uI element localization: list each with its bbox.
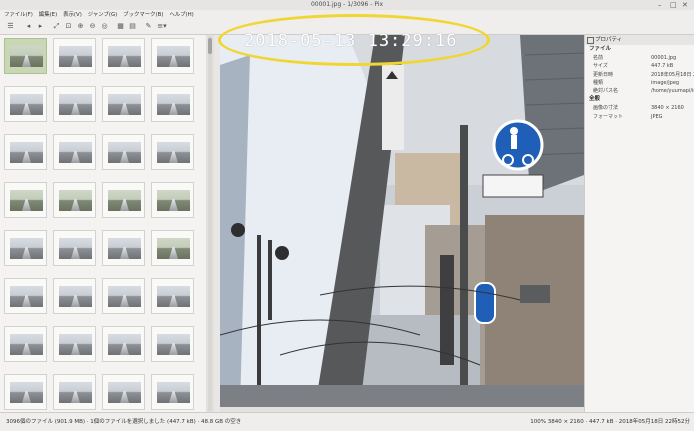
thumbnail[interactable]: [102, 86, 145, 122]
image-viewer[interactable]: [220, 35, 584, 407]
grid-view-icon[interactable]: ▦: [116, 22, 125, 31]
thumbnail[interactable]: [53, 86, 96, 122]
maximize-button[interactable]: □: [670, 1, 677, 9]
property-value: image/jpeg: [651, 79, 680, 86]
thumbnail[interactable]: [4, 38, 47, 74]
menu-bookmarks[interactable]: ブックマーク(B): [123, 10, 163, 20]
thumbnail[interactable]: [102, 374, 145, 410]
street-photo: [220, 35, 584, 407]
window-title: 00001.jpg - 1/3096 - Pix: [310, 1, 384, 8]
thumbnail[interactable]: [4, 182, 47, 218]
thumbnail[interactable]: [4, 374, 47, 410]
zoom-fit-icon[interactable]: ⊡: [64, 22, 73, 31]
property-row: 名前 00001.jpg: [585, 54, 694, 62]
zoom-in-icon[interactable]: ⊕: [76, 22, 85, 31]
menu-edit[interactable]: 編集(E): [39, 10, 57, 20]
menu-icon[interactable]: ☰: [6, 22, 15, 31]
thumbnail[interactable]: [53, 278, 96, 314]
property-value: 2018年05月18日 22時: [651, 71, 694, 78]
zoom-out-icon[interactable]: ⊖: [88, 22, 97, 31]
property-key: 更新日時: [593, 71, 614, 78]
thumbnail[interactable]: [102, 326, 145, 362]
property-row: 絶対パス名/home/yuumapi/img: [585, 87, 694, 95]
list-view-icon[interactable]: ▤: [128, 22, 137, 31]
property-key: 画像の寸法: [593, 105, 619, 112]
title-bar: 00001.jpg - 1/3096 - Pix – □ ✕: [0, 0, 694, 10]
minimize-button[interactable]: –: [658, 1, 662, 9]
thumbnail[interactable]: [4, 86, 47, 122]
thumbnail[interactable]: [151, 134, 194, 170]
property-value: JPEG: [651, 113, 663, 120]
thumbnail[interactable]: [102, 134, 145, 170]
thumbnail[interactable]: [151, 326, 194, 362]
property-key: フォーマット: [593, 113, 624, 120]
properties-panel: プロパティ ファイル 名前 00001.jpg サイズ 447.7 kB 更新日時 2…: [584, 35, 694, 412]
properties-icon: [587, 37, 594, 44]
edit-icon[interactable]: ✎: [144, 22, 153, 31]
menu-file[interactable]: ファイル(F): [4, 10, 33, 20]
close-button[interactable]: ✕: [682, 1, 688, 9]
thumbnail-scrollbar[interactable]: [208, 36, 212, 411]
file-section-title: ファイル: [589, 46, 612, 52]
thumbnail[interactable]: [4, 230, 47, 266]
property-row: フォーマット JPEG: [585, 113, 694, 121]
thumbnail-scrollbar-thumb[interactable]: [208, 38, 212, 54]
thumbnail[interactable]: [53, 374, 96, 410]
thumbnail[interactable]: [151, 278, 194, 314]
property-row: 種類 image/jpeg: [585, 79, 694, 87]
thumbnail[interactable]: [151, 230, 194, 266]
properties-title: プロパティ: [595, 37, 623, 43]
forward-icon[interactable]: ▸: [36, 22, 45, 31]
fullscreen-icon[interactable]: ⤢: [52, 22, 61, 31]
thumbnail[interactable]: [151, 38, 194, 74]
view-options-icon[interactable]: ≡▾: [156, 22, 168, 31]
thumbnail[interactable]: [53, 326, 96, 362]
property-key: 絶対パス名: [593, 88, 619, 95]
property-row: 更新日時 2018年05月18日 22時: [585, 71, 694, 79]
menu-help[interactable]: ヘルプ(H): [169, 10, 193, 20]
menu-jump[interactable]: ジャンプ(G): [88, 10, 118, 20]
thumbnail[interactable]: [151, 182, 194, 218]
thumbnail[interactable]: [4, 326, 47, 362]
property-value: /home/yuumapi/img: [651, 88, 694, 95]
menu-view[interactable]: 表示(V): [63, 10, 82, 20]
thumbnail[interactable]: [102, 182, 145, 218]
property-key: サイズ: [593, 63, 608, 70]
thumbnail[interactable]: [151, 86, 194, 122]
general-section-title: 全般: [589, 96, 601, 103]
zoom-100-icon[interactable]: ◎: [100, 22, 109, 31]
property-value: 447.7 kB: [651, 63, 674, 70]
thumbnail-pane[interactable]: [0, 35, 206, 412]
property-row: 画像の寸法 3840 × 2160: [585, 104, 694, 112]
thumbnail[interactable]: [102, 278, 145, 314]
thumbnail[interactable]: [151, 374, 194, 410]
thumbnail[interactable]: [4, 278, 47, 314]
status-right: 100% 3840 × 2160 · 447.7 kB · 2018年05月18…: [530, 419, 690, 425]
thumbnail[interactable]: [53, 182, 96, 218]
status-bar: 3096個のファイル (901.9 MB) · 1個のファイルを選択しました (…: [0, 412, 694, 431]
back-icon[interactable]: ◂: [24, 22, 33, 31]
property-value: 3840 × 2160: [651, 105, 684, 112]
thumbnail[interactable]: [53, 38, 96, 74]
thumbnail[interactable]: [53, 230, 96, 266]
property-row: サイズ 447.7 kB: [585, 62, 694, 70]
properties-header: プロパティ: [585, 35, 694, 45]
thumbnail[interactable]: [102, 38, 145, 74]
thumbnail[interactable]: [4, 134, 47, 170]
highlight-ellipse: [218, 14, 490, 66]
property-key: 名前: [593, 55, 604, 61]
property-key: 種類: [593, 79, 604, 86]
thumbnail[interactable]: [102, 230, 145, 266]
thumbnail[interactable]: [53, 134, 96, 170]
status-left: 3096個のファイル (901.9 MB) · 1個のファイルを選択しました (…: [6, 419, 242, 425]
property-value: 00001.jpg: [651, 55, 677, 61]
